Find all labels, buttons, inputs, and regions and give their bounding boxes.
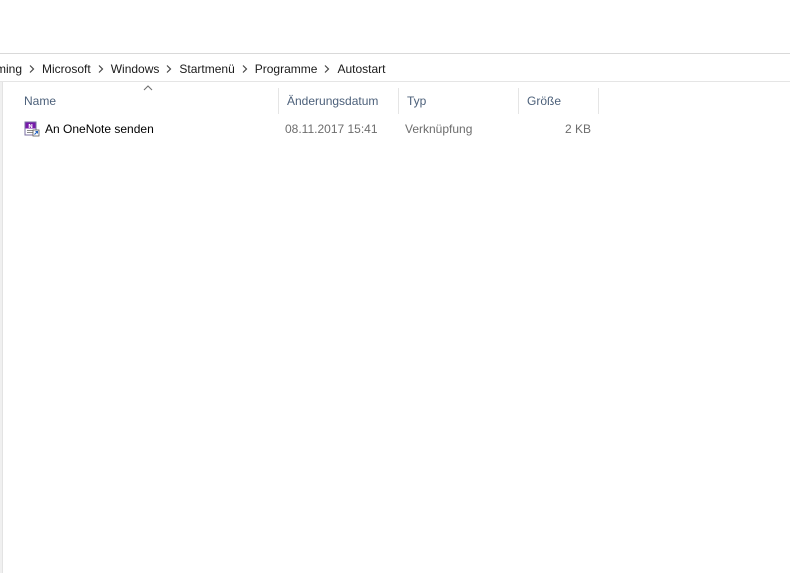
breadcrumb-item-autostart[interactable]: Autostart	[334, 57, 388, 81]
file-type: Verknüpfung	[405, 122, 473, 136]
chevron-right-icon[interactable]	[323, 57, 331, 81]
column-header-name[interactable]: Name	[16, 88, 278, 114]
file-name: An OneNote senden	[45, 122, 154, 136]
breadcrumb[interactable]: ming Microsoft Windows Startmenü Program…	[0, 57, 790, 81]
column-header-type[interactable]: Typ	[399, 88, 518, 114]
breadcrumb-item-startmenu[interactable]: Startmenü	[176, 57, 237, 81]
column-resize-handle[interactable]	[598, 88, 599, 114]
svg-text:N: N	[28, 124, 33, 130]
column-header-date[interactable]: Änderungsdatum	[279, 88, 398, 114]
breadcrumb-item-programme[interactable]: Programme	[252, 57, 321, 81]
breadcrumb-item-windows[interactable]: Windows	[108, 57, 163, 81]
file-modified-date: 08.11.2017 15:41	[285, 122, 378, 136]
breadcrumb-item-roaming[interactable]: ming	[0, 57, 25, 81]
column-header-row: Name Änderungsdatum Typ Größe	[16, 88, 600, 114]
divider	[0, 81, 790, 82]
chevron-right-icon[interactable]	[97, 57, 105, 81]
divider	[0, 53, 790, 54]
column-header-size[interactable]: Größe	[519, 88, 598, 114]
chevron-right-icon[interactable]	[241, 57, 249, 81]
file-size: 2 KB	[564, 122, 591, 136]
chevron-right-icon[interactable]	[28, 57, 36, 81]
file-row[interactable]: N An OneNote senden 08.11.2017 15:41 Ver…	[16, 118, 600, 140]
breadcrumb-item-microsoft[interactable]: Microsoft	[39, 57, 94, 81]
ribbon-area	[0, 0, 790, 53]
onenote-shortcut-icon: N	[24, 121, 40, 137]
chevron-right-icon[interactable]	[165, 57, 173, 81]
navigation-pane-edge[interactable]	[0, 82, 3, 573]
